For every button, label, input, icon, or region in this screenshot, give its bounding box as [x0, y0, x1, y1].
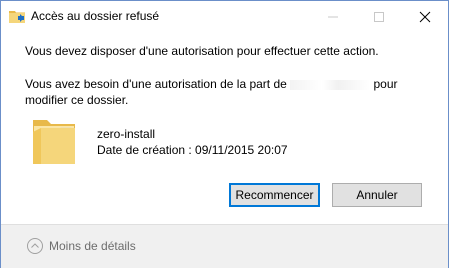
- dialog-footer: Moins de détails: [1, 224, 448, 268]
- maximize-icon: [374, 12, 384, 22]
- close-icon: [419, 11, 431, 23]
- folder-created-date: Date de création : 09/11/2015 20:07: [97, 143, 288, 157]
- details-toggle-label: Moins de détails: [49, 239, 136, 253]
- redacted-owner: [290, 79, 371, 90]
- minimize-icon: [328, 16, 338, 18]
- permission-detail: Vous avez besoin d'une autorisation de l…: [25, 76, 415, 108]
- details-toggle[interactable]: Moins de détails: [27, 236, 136, 256]
- title-bar[interactable]: Accès au dossier refusé: [1, 1, 448, 31]
- permission-detail-prefix: Vous avez besoin d'une autorisation de l…: [25, 77, 291, 91]
- access-denied-dialog: Accès au dossier refusé Vous devez dispo…: [0, 0, 449, 268]
- permission-message: Vous devez disposer d'une autorisation p…: [25, 44, 379, 58]
- close-button[interactable]: [402, 1, 448, 31]
- minimize-button[interactable]: [310, 1, 356, 31]
- folder-icon: [31, 114, 77, 168]
- folder-name: zero-install: [97, 127, 156, 141]
- maximize-button[interactable]: [356, 1, 402, 31]
- cancel-button[interactable]: Annuler: [332, 183, 422, 207]
- chevron-up-icon: [27, 238, 43, 254]
- folder-access-icon: [9, 9, 25, 23]
- window-title: Accès au dossier refusé: [31, 9, 160, 23]
- retry-button[interactable]: Recommencer: [229, 183, 320, 207]
